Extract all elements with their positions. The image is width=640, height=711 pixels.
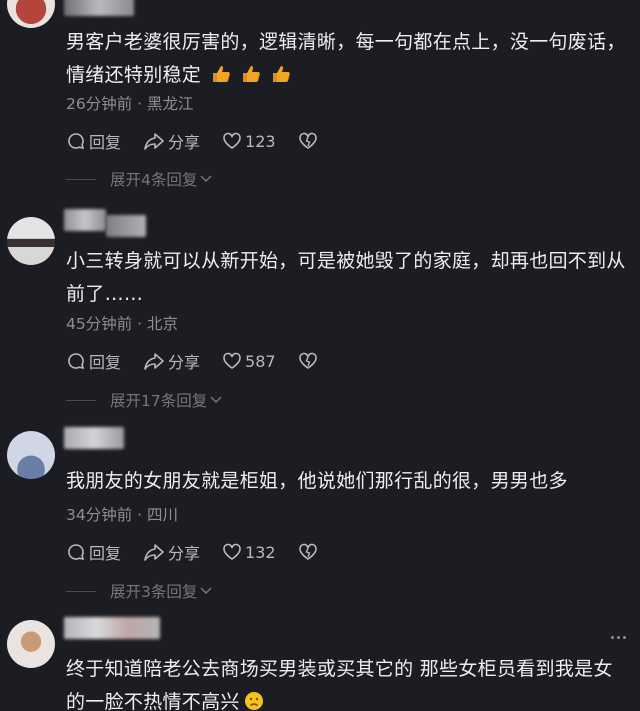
heart-icon <box>223 543 241 560</box>
frown-face-icon <box>244 689 264 711</box>
username-blurred[interactable] <box>106 215 146 237</box>
avatar[interactable] <box>7 431 55 479</box>
like-button[interactable]: 123 <box>222 131 276 151</box>
comment-actions: 回复 分享 132 <box>66 540 343 564</box>
chevron-down-icon <box>210 396 222 404</box>
broken-heart-icon <box>298 132 317 149</box>
divider <box>66 399 96 401</box>
divider <box>66 590 96 592</box>
comment-actions: 回复 分享 123 <box>66 129 343 153</box>
comment-meta: 26分钟前 · 黑龙江 <box>66 95 194 113</box>
divider <box>66 178 96 180</box>
like-button[interactable]: 132 <box>222 542 276 562</box>
share-button[interactable]: 分享 <box>143 540 200 564</box>
heart-icon <box>223 352 241 369</box>
expand-replies[interactable]: 展开3条回复 <box>66 580 212 602</box>
share-button[interactable]: 分享 <box>143 129 200 153</box>
thumbs-up-icon <box>271 61 291 82</box>
chevron-down-icon <box>200 175 212 183</box>
username-blurred[interactable] <box>64 617 160 639</box>
reply-button[interactable]: 回复 <box>66 129 121 153</box>
share-icon <box>144 544 164 561</box>
expand-replies[interactable]: 展开17条回复 <box>66 389 222 411</box>
share-button[interactable]: 分享 <box>143 349 200 373</box>
thumbs-up-icon <box>211 61 231 82</box>
more-options-icon[interactable] <box>608 636 626 639</box>
like-button[interactable]: 587 <box>222 351 276 371</box>
dislike-button[interactable] <box>298 131 321 151</box>
username-blurred[interactable] <box>64 209 106 231</box>
dislike-button[interactable] <box>298 351 321 371</box>
reply-icon <box>68 133 85 150</box>
reply-icon <box>68 544 85 561</box>
comment-text: 我朋友的女朋友就是柜姐，他说她们那行乱的很，男男也多 <box>66 470 568 492</box>
reply-button[interactable]: 回复 <box>66 540 121 564</box>
comment-text: 终于知道陪老公去商场买男装或买其它的 那些女柜员看到我是女的一脸不热情不高兴 <box>66 653 626 711</box>
avatar[interactable] <box>7 0 55 28</box>
share-icon <box>144 133 164 150</box>
chevron-down-icon <box>200 587 212 595</box>
dislike-button[interactable] <box>298 542 321 562</box>
avatar[interactable] <box>7 217 55 265</box>
broken-heart-icon <box>298 543 317 560</box>
heart-icon <box>223 132 241 149</box>
username-blurred[interactable] <box>64 0 134 16</box>
reply-icon <box>68 353 85 370</box>
thumbs-up-icon <box>241 61 261 82</box>
avatar[interactable] <box>7 620 55 668</box>
broken-heart-icon <box>298 352 317 369</box>
comment-text: 男客户老婆很厉害的，逻辑清晰，每一句都在点上，没一句废话，情绪还特别稳定 <box>66 31 626 86</box>
username-blurred[interactable] <box>64 427 124 449</box>
share-icon <box>144 353 164 370</box>
comment-meta: 34分钟前 · 四川 <box>66 506 179 524</box>
comment-actions: 回复 分享 587 <box>66 349 343 373</box>
comment-list: 男客户老婆很厉害的，逻辑清晰，每一句都在点上，没一句废话，情绪还特别稳定 26分… <box>2 0 638 711</box>
comment-meta: 45分钟前 · 北京 <box>66 315 179 333</box>
reply-button[interactable]: 回复 <box>66 349 121 373</box>
expand-replies[interactable]: 展开4条回复 <box>66 168 212 190</box>
comment-text: 小三转身就可以从新开始，可是被她毁了的家庭，却再也回不到从前了…… <box>66 250 626 305</box>
